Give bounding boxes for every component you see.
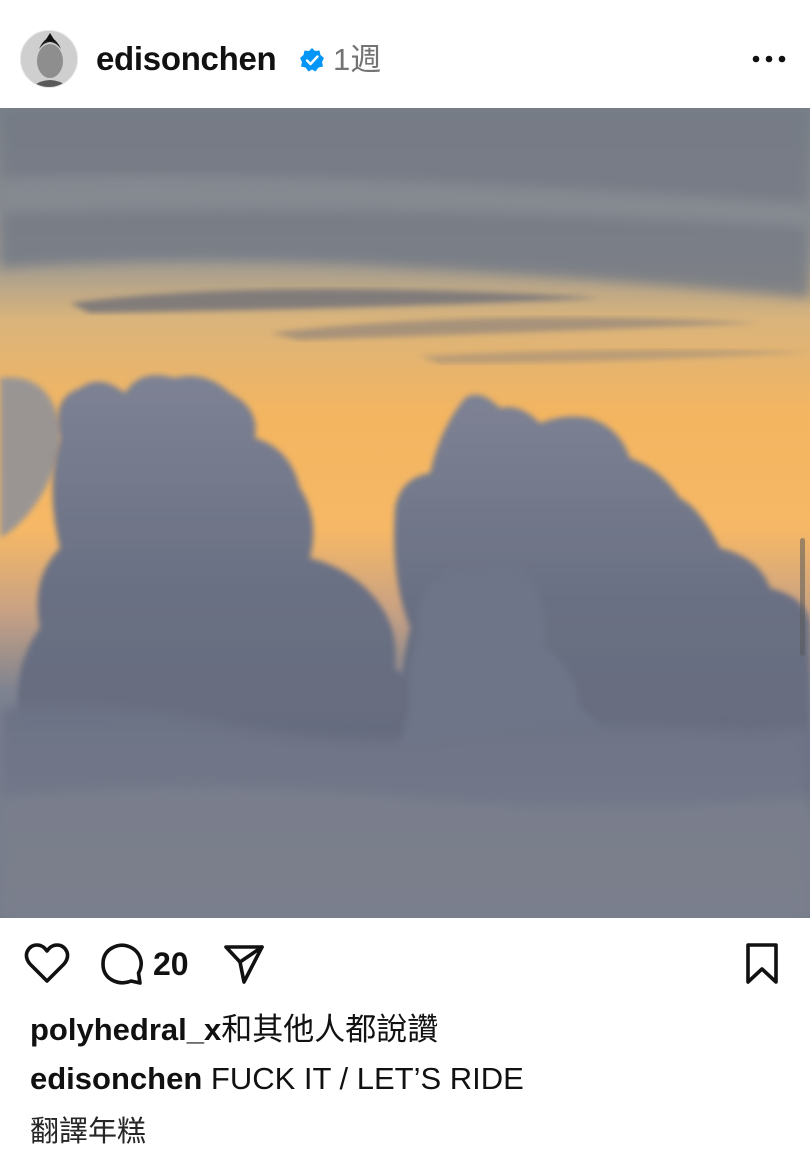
post-photo[interactable]	[0, 108, 810, 918]
avatar[interactable]	[20, 30, 78, 88]
cloud-sunset-image	[0, 108, 810, 918]
caption-text: FUCK IT / LET’S RIDE	[210, 1061, 524, 1096]
scrollbar[interactable]	[800, 538, 805, 656]
comment-icon[interactable]	[100, 942, 144, 986]
post-caption: edisonchen FUCK IT / LET’S RIDE	[30, 1059, 524, 1099]
post-username[interactable]: edisonchen	[96, 38, 277, 80]
bookmark-icon[interactable]	[744, 942, 780, 986]
heart-icon[interactable]	[24, 942, 70, 984]
instagram-post: edisonchen 1週 20 polyhedral_x和其他人都說讚 edi…	[0, 0, 810, 1169]
avatar-image	[21, 31, 77, 87]
likes-suffix: 和其他人都說讚	[221, 1012, 439, 1047]
caption-username[interactable]: edisonchen	[30, 1061, 202, 1096]
likes-summary[interactable]: polyhedral_x和其他人都說讚	[30, 1010, 438, 1050]
likes-user[interactable]: polyhedral_x	[30, 1012, 221, 1047]
send-icon[interactable]	[222, 942, 266, 986]
verified-badge-icon	[300, 48, 324, 72]
comment-count: 20	[153, 946, 189, 982]
post-actions: 20	[0, 918, 810, 1010]
more-horizontal-icon[interactable]	[752, 54, 786, 64]
post-time: 1週	[333, 42, 382, 77]
translate-link[interactable]: 翻譯年糕	[30, 1112, 146, 1152]
post-header: edisonchen 1週	[0, 0, 810, 108]
